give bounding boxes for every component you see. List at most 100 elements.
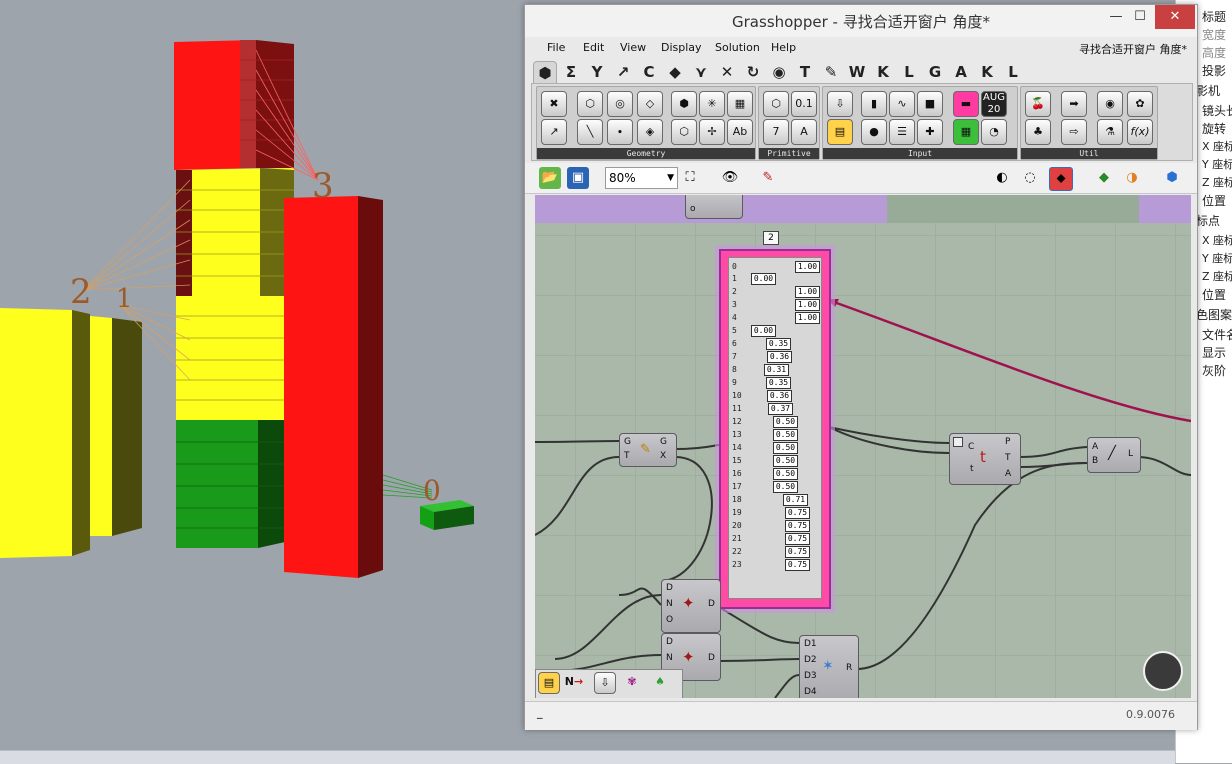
flask-icon[interactable]: ⚗ [1097,119,1123,145]
tab-k[interactable]: K [873,61,893,83]
mesh-param-icon[interactable]: ⬢ [671,91,697,117]
prop-row[interactable]: 位置 [1202,286,1226,303]
display-mesh-icon[interactable]: ◆ [1093,167,1115,189]
prop-row[interactable]: 位置 [1202,192,1226,209]
integer-param-icon[interactable]: 7 [763,119,789,145]
open-file-icon[interactable]: 📂 [539,167,561,189]
prop-row[interactable]: Z 座标 [1202,268,1232,284]
surface-param-icon[interactable]: ▦ [727,91,753,117]
function-icon[interactable]: f(x) [1127,119,1153,145]
prop-row[interactable]: 投影 [1202,62,1226,79]
arrow-outline-icon[interactable]: ⇨ [1061,119,1087,145]
sketch-icon[interactable]: ✎ [757,167,779,189]
input-pin[interactable]: D [666,583,673,593]
prop-row[interactable]: 旋转 [1202,120,1226,137]
save-file-icon[interactable]: ▣ [567,167,589,189]
panel-input-icon[interactable]: ⇩ [827,91,853,117]
tab-curve[interactable]: C [639,61,659,83]
input-pin[interactable]: O [666,615,673,625]
merge-component[interactable]: D1 D2 D3 D4 R ✶ [799,635,859,698]
prop-row[interactable]: Y 座标 [1202,250,1232,266]
input-pin[interactable]: D2 [804,655,817,665]
input-pin[interactable]: A [1092,442,1098,452]
eye-icon[interactable]: 👁 [719,167,741,189]
prop-row[interactable]: 镜头长 [1202,102,1232,119]
value-list-icon[interactable]: ☰ [889,119,915,145]
input-pin[interactable]: D1 [804,639,817,649]
input-pin[interactable]: C [968,442,974,452]
sphere-icon[interactable]: ◉ [1097,91,1123,117]
preview-shaded-icon[interactable]: ◐ [991,167,1013,189]
leaf-icon[interactable]: ✾ [622,672,642,692]
image-sampler-icon[interactable]: ▦ [953,119,979,145]
input-pin[interactable]: N [666,599,673,609]
expand-icon[interactable] [953,437,963,447]
text-primitive-icon[interactable]: A [791,119,817,145]
input-pin[interactable]: D4 [804,687,817,697]
point-param-icon[interactable]: ∙ [607,119,633,145]
group-param-icon[interactable]: ◈ [637,119,663,145]
color-icon[interactable]: ◑ [1121,167,1143,189]
tab-intersect[interactable]: ✕ [717,61,737,83]
boolean-param-icon[interactable]: ⬡ [763,91,789,117]
tab-w[interactable]: W [847,61,867,83]
tree-icon[interactable]: ♣ [1025,119,1051,145]
input-pin[interactable]: D3 [804,671,817,681]
brep-param-icon[interactable]: ⬡ [577,91,603,117]
input-pin[interactable]: N [666,653,673,663]
text-param-icon[interactable]: Ab [727,119,753,145]
input-pin[interactable]: D [666,637,673,647]
output-pin[interactable]: A [1005,469,1011,479]
arrow-right-icon[interactable]: ➡ [1061,91,1087,117]
output-pin[interactable]: R [846,663,852,673]
slider-icon[interactable]: ▤ [538,672,560,694]
output-pin[interactable]: D [708,653,715,663]
values-panel[interactable]: 0 1 2 3 4 5 6 7 8 9 10 11 12 13 14 15 16… [719,249,831,609]
dock-n-icon[interactable]: N→ [564,672,584,692]
prop-row[interactable]: X 座标 [1202,138,1232,154]
output-pin[interactable]: P [1005,437,1010,447]
menu-solution[interactable]: Solution [715,41,760,54]
list-item-component[interactable]: D N O D ✦ [661,579,721,633]
zoom-select[interactable]: 80% ▼ [605,167,678,189]
evaluate-component[interactable]: G T G X ✎ [619,433,677,467]
circle-param-icon[interactable]: ◎ [607,91,633,117]
zoom-extents-icon[interactable]: ⛶ [679,167,701,189]
tab-sets[interactable]: Y [587,61,607,83]
prop-row[interactable]: 标题 [1202,8,1226,25]
output-pin[interactable]: T [1005,453,1011,463]
button-input-icon[interactable]: ● [861,119,887,145]
tab-transform[interactable]: ↻ [743,61,763,83]
line-param-icon[interactable]: ╲ [577,119,603,145]
toggle-input-icon[interactable]: ▮ [861,91,887,117]
line-component[interactable]: A B L ╱ [1087,437,1141,473]
prop-row[interactable]: 高度 [1202,44,1226,61]
tab-a[interactable]: A [951,61,971,83]
field-param-icon[interactable]: ✢ [699,119,725,145]
tab-l[interactable]: L [899,61,919,83]
close-button[interactable]: ✕ [1155,5,1195,29]
gradient-icon[interactable]: ▬ [953,91,979,117]
navigation-compass-icon[interactable] [1143,651,1183,691]
menu-display[interactable]: Display [661,41,702,54]
clock-icon[interactable]: ◔ [981,119,1007,145]
tab-display[interactable]: ◉ [769,61,789,83]
menu-help[interactable]: Help [771,41,796,54]
box-param-icon[interactable]: ✖ [541,91,567,117]
cluster-icon[interactable]: ✿ [1127,91,1153,117]
tab-params-icon[interactable]: ⬢ [533,61,557,84]
tab-g[interactable]: G [925,61,945,83]
menu-view[interactable]: View [620,41,646,54]
slider-input-icon[interactable]: ▤ [827,119,853,145]
curve-evaluate-component[interactable]: C t P T A t [949,433,1021,485]
menu-edit[interactable]: Edit [583,41,604,54]
output-pin[interactable]: G [660,437,667,447]
tab-maths[interactable]: Σ [561,61,581,83]
preview-selected-icon[interactable]: ⬥ [1049,167,1073,191]
number-param-icon[interactable]: 0.1 [791,91,817,117]
output-pin[interactable]: X [660,451,666,461]
panel-icon[interactable]: ⇩ [594,672,616,694]
gem-icon[interactable]: ⬢ [1161,167,1183,189]
tab-k2[interactable]: K [977,61,997,83]
prop-row[interactable]: 灰阶 [1202,362,1226,379]
